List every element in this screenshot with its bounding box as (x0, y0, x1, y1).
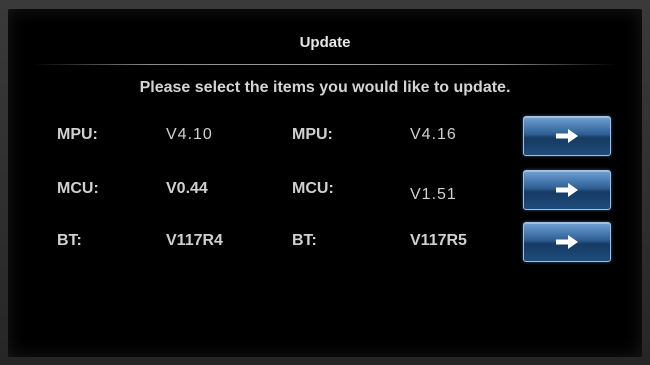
new-bt-label: BT: (292, 232, 317, 249)
update-row-mcu: MCU: V0.44 MCU: V1.51 (8, 167, 642, 211)
update-bt-button[interactable] (523, 222, 611, 262)
current-mpu-label: MPU: (57, 126, 98, 143)
instruction-text: Please select the items you would like t… (139, 79, 511, 96)
new-mcu-label: MCU: (292, 180, 334, 197)
update-mpu-button[interactable] (523, 116, 611, 156)
arrow-right-icon (556, 129, 578, 143)
current-bt-label: BT: (57, 232, 82, 249)
new-bt-version: V117R5 (410, 232, 467, 249)
current-mcu-label: MCU: (57, 180, 99, 197)
display-bezel: Update Please select the items you would… (0, 0, 650, 365)
current-mpu-version: V4.10 (166, 126, 213, 143)
update-screen: Update Please select the items you would… (8, 9, 642, 357)
new-mpu-version: V4.16 (410, 126, 457, 143)
update-row-mpu: MPU: V4.10 MPU: V4.16 (8, 113, 642, 157)
current-mcu-version: V0.44 (166, 180, 208, 197)
current-bt-version: V117R4 (166, 232, 223, 249)
new-mpu-label: MPU: (292, 126, 333, 143)
title-divider (33, 64, 617, 65)
arrow-right-icon (556, 235, 578, 249)
new-mcu-version: V1.51 (410, 186, 457, 203)
page-title: Update (299, 34, 351, 51)
update-mcu-button[interactable] (523, 170, 611, 210)
update-row-bt: BT: V117R4 BT: V117R5 (8, 219, 642, 263)
arrow-right-icon (556, 183, 578, 197)
